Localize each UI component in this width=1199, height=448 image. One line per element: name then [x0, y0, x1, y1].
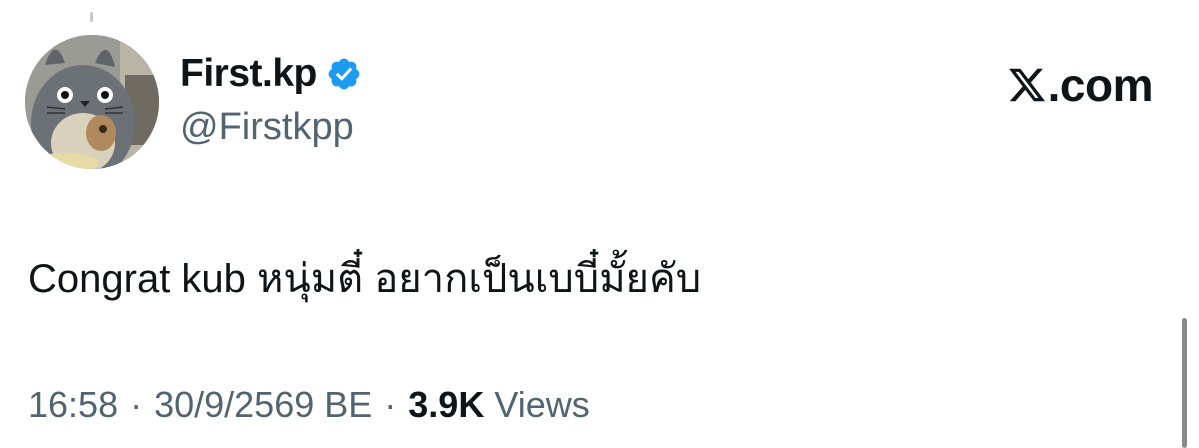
views-count[interactable]: 3.9K	[408, 384, 484, 426]
name-row: First.kp	[180, 50, 362, 98]
x-logo-icon	[1007, 65, 1047, 105]
meta-separator: ·	[384, 384, 397, 425]
scrollbar[interactable]	[1182, 318, 1187, 448]
tweet-card: First.kp @Firstkpp .com Congrat kub หนุ่…	[0, 0, 1199, 448]
tweet-time[interactable]: 16:58	[28, 384, 118, 426]
tweet-text: Congrat kub หนุ่มตี๋ อยากเป็นเบบี๋มั้ยคั…	[28, 257, 702, 301]
brand-domain-text: .com	[1047, 59, 1154, 111]
user-info: First.kp @Firstkpp	[180, 50, 362, 149]
brand-watermark: .com	[1007, 58, 1154, 112]
views-label: Views	[494, 384, 590, 425]
display-name[interactable]: First.kp	[180, 52, 317, 96]
tweet-date[interactable]: 30/9/2569 BE	[154, 384, 372, 426]
meta-separator: ·	[130, 384, 143, 425]
image-artifact	[90, 12, 93, 22]
verified-badge-icon	[326, 56, 362, 92]
user-handle[interactable]: @Firstkpp	[180, 106, 362, 149]
totoro-avatar-image	[25, 35, 159, 169]
tweet-metadata: 16:58 · 30/9/2569 BE · 3.9K Views	[28, 384, 590, 426]
avatar[interactable]	[25, 35, 159, 169]
